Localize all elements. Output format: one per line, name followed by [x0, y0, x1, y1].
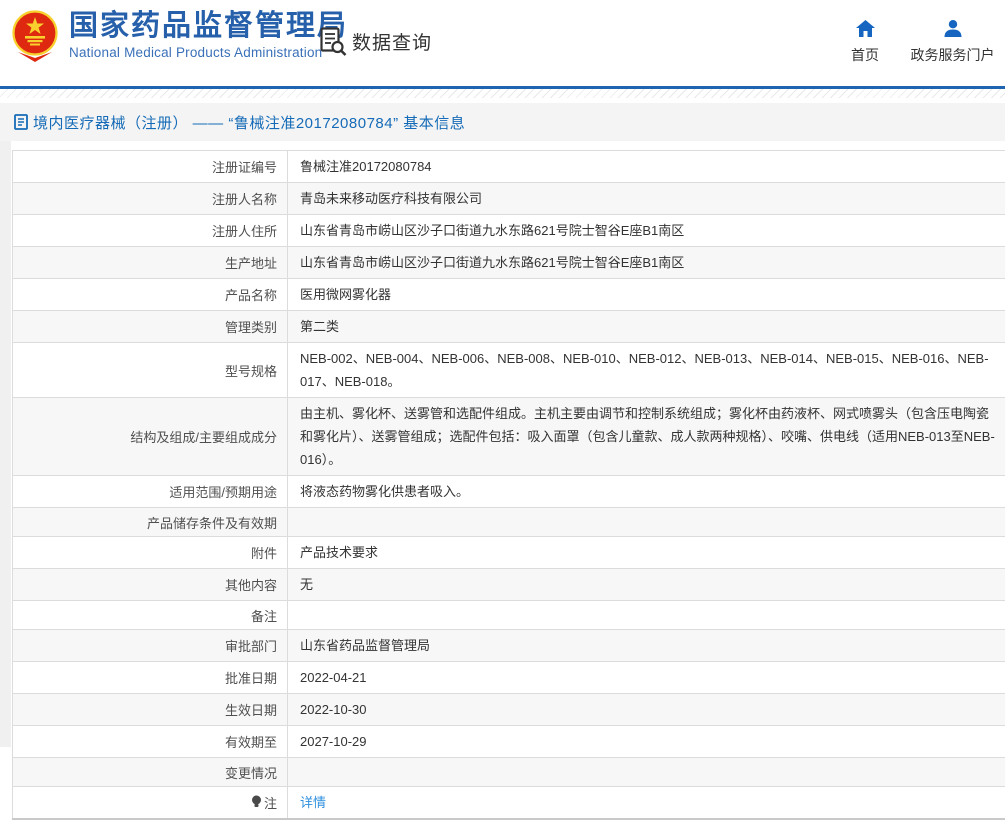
field-value — [288, 601, 1005, 630]
home-icon — [856, 20, 875, 37]
table-row: 产品储存条件及有效期 — [13, 508, 1005, 537]
field-label: 附件 — [13, 537, 288, 569]
field-value: 山东省青岛市崂山区沙子口街道九水东路621号院士智谷E座B1南区 — [288, 247, 1005, 279]
field-value: 产品技术要求 — [288, 537, 1005, 569]
table-row: 备注 — [13, 601, 1005, 630]
field-label: 型号规格 — [13, 343, 288, 398]
field-value: 鲁械注准20172080784 — [288, 151, 1005, 183]
table-row: 有效期至 2027-10-29 — [13, 726, 1005, 758]
field-value: 山东省药品监督管理局 — [288, 630, 1005, 662]
data-query-nav[interactable]: 数据查询 — [320, 27, 432, 56]
field-label: 产品储存条件及有效期 — [13, 508, 288, 537]
field-value: 山东省青岛市崂山区沙子口街道九水东路621号院士智谷E座B1南区 — [288, 215, 1005, 247]
field-value — [288, 758, 1005, 787]
field-value: 医用微网雾化器 — [288, 279, 1005, 311]
field-label: 生效日期 — [13, 694, 288, 726]
field-label: 结构及组成/主要组成成分 — [13, 398, 288, 476]
nav-home-label: 首页 — [851, 45, 879, 65]
hatch-texture-band — [0, 89, 1005, 98]
field-value: 详情 — [288, 787, 1005, 820]
field-value: 2022-10-30 — [288, 694, 1005, 726]
table-row: 管理类别 第二类 — [13, 311, 1005, 343]
table-row: 结构及组成/主要组成成分 由主机、雾化杯、送雾管和选配件组成。主机主要由调节和控… — [13, 398, 1005, 476]
field-label: 有效期至 — [13, 726, 288, 758]
table-row: 变更情况 — [13, 758, 1005, 787]
table-row: 附件 产品技术要求 — [13, 537, 1005, 569]
data-query-icon — [320, 27, 347, 56]
user-icon — [944, 20, 962, 37]
table-row: 注册证编号 鲁械注准20172080784 — [13, 151, 1005, 183]
table-row: 注册人名称 青岛未来移动医疗科技有限公司 — [13, 183, 1005, 215]
table-row: 适用范围/预期用途 将液态药物雾化供患者吸入。 — [13, 476, 1005, 508]
nav-portal[interactable]: 政务服务门户 — [905, 20, 1000, 65]
field-label: 注册证编号 — [13, 151, 288, 183]
field-label: 生产地址 — [13, 247, 288, 279]
field-value: 将液态药物雾化供患者吸入。 — [288, 476, 1005, 508]
field-label: 变更情况 — [13, 758, 288, 787]
field-label: 适用范围/预期用途 — [13, 476, 288, 508]
national-emblem-icon — [12, 8, 58, 62]
left-gutter — [0, 141, 11, 747]
table-row: 其他内容 无 — [13, 569, 1005, 601]
site-logo[interactable]: 国家药品监督管理局 National Medical Products Admi… — [12, 8, 348, 62]
field-value: 第二类 — [288, 311, 1005, 343]
field-label: 备注 — [13, 601, 288, 630]
field-value: NEB-002、NEB-004、NEB-006、NEB-008、NEB-010、… — [288, 343, 1005, 398]
nav-portal-label: 政务服务门户 — [911, 45, 995, 65]
table-row: 审批部门 山东省药品监督管理局 — [13, 630, 1005, 662]
field-label: 审批部门 — [13, 630, 288, 662]
table-row: 生效日期 2022-10-30 — [13, 694, 1005, 726]
document-icon — [14, 114, 28, 130]
field-value — [288, 508, 1005, 537]
page-title: 境内医疗器械（注册） —— “鲁械注准20172080784” 基本信息 — [33, 112, 465, 133]
field-value: 青岛未来移动医疗科技有限公司 — [288, 183, 1005, 215]
table-row: 注 详情 — [13, 787, 1005, 820]
table-row: 生产地址 山东省青岛市崂山区沙子口街道九水东路621号院士智谷E座B1南区 — [13, 247, 1005, 279]
field-label: 管理类别 — [13, 311, 288, 343]
table-row: 型号规格 NEB-002、NEB-004、NEB-006、NEB-008、NEB… — [13, 343, 1005, 398]
org-name-cn: 国家药品监督管理局 — [69, 10, 348, 42]
lightbulb-icon — [251, 795, 262, 809]
table-row: 批准日期 2022-04-21 — [13, 662, 1005, 694]
nav-home[interactable]: 首页 — [840, 20, 890, 65]
field-value: 2027-10-29 — [288, 726, 1005, 758]
note-label-text: 注 — [264, 793, 277, 812]
registration-info-table: 注册证编号 鲁械注准20172080784 注册人名称 青岛未来移动医疗科技有限… — [12, 150, 1005, 820]
data-query-label: 数据查询 — [352, 28, 432, 55]
field-label: 其他内容 — [13, 569, 288, 601]
field-label: 注 — [13, 787, 288, 820]
field-value: 2022-04-21 — [288, 662, 1005, 694]
table-row: 注册人住所 山东省青岛市崂山区沙子口街道九水东路621号院士智谷E座B1南区 — [13, 215, 1005, 247]
breadcrumb: 境内医疗器械（注册） —— “鲁械注准20172080784” 基本信息 — [0, 103, 1005, 141]
table-row: 产品名称 医用微网雾化器 — [13, 279, 1005, 311]
field-value: 由主机、雾化杯、送雾管和选配件组成。主机主要由调节和控制系统组成；雾化杯由药液杯… — [288, 398, 1005, 476]
field-label: 注册人住所 — [13, 215, 288, 247]
field-label: 产品名称 — [13, 279, 288, 311]
field-label: 批准日期 — [13, 662, 288, 694]
detail-link[interactable]: 详情 — [300, 795, 326, 810]
org-name-en: National Medical Products Administration — [69, 45, 348, 60]
site-header: 国家药品监督管理局 National Medical Products Admi… — [0, 0, 1005, 86]
field-value: 无 — [288, 569, 1005, 601]
field-label: 注册人名称 — [13, 183, 288, 215]
